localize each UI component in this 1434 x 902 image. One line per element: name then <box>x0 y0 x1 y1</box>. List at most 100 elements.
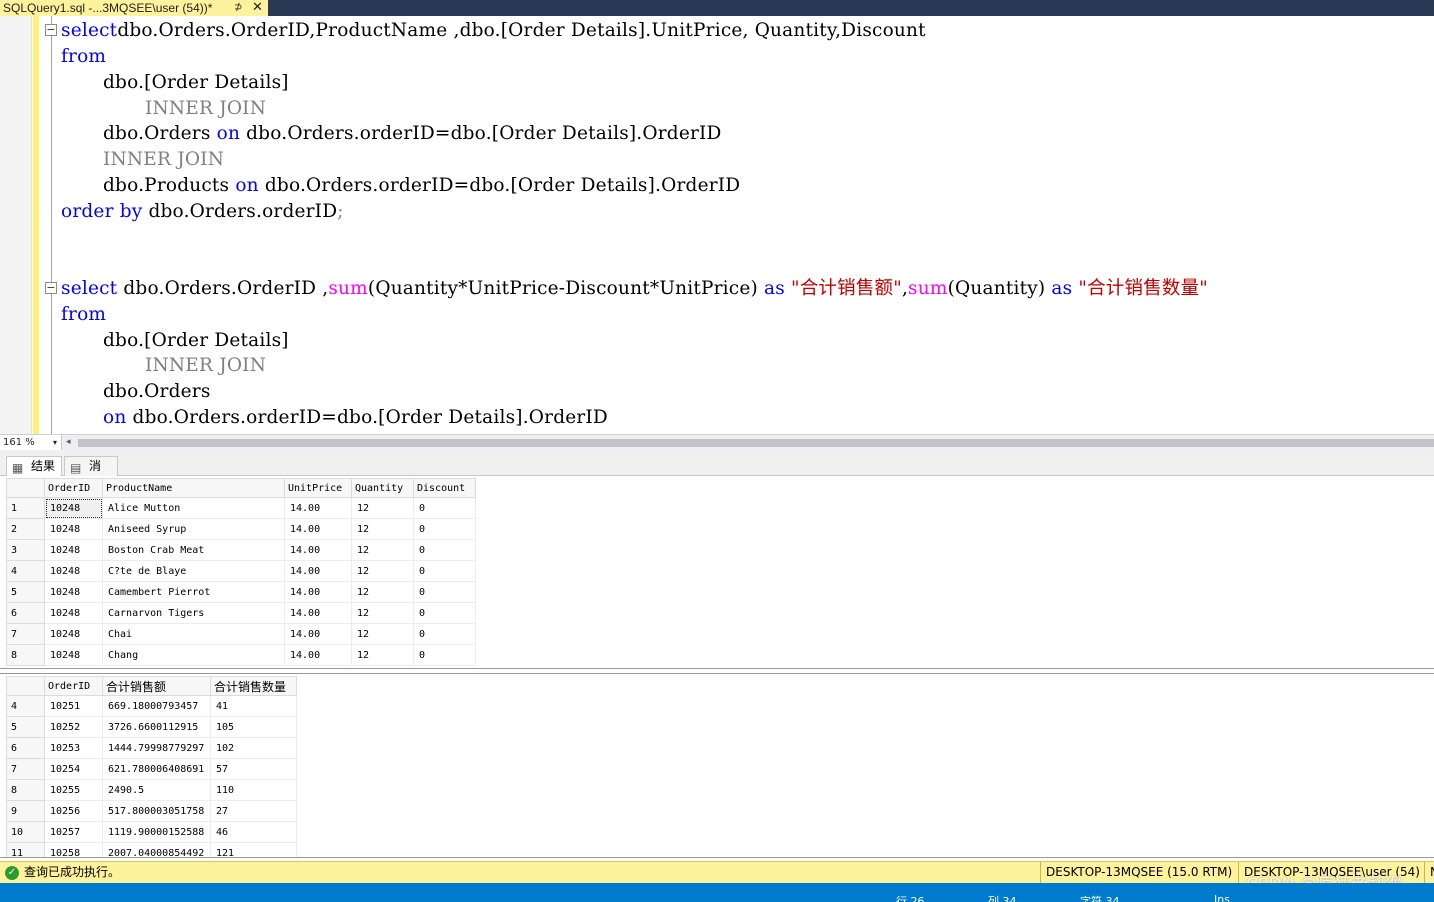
table-cell[interactable]: 10254 <box>44 758 103 780</box>
table-cell[interactable]: 10248 <box>44 644 103 666</box>
table-cell[interactable]: 10256 <box>44 800 103 822</box>
table-cell[interactable]: 517.800003051758 <box>102 800 211 822</box>
table-cell[interactable]: C?te de Blaye <box>102 560 285 582</box>
scroll-thumb[interactable] <box>78 439 1434 447</box>
collapse-icon[interactable]: − <box>45 24 57 36</box>
table-row[interactable]: 6 10248 Carnarvon Tigers 14.00 12 0 <box>6 602 476 624</box>
table-cell[interactable]: 14.00 <box>284 497 352 519</box>
column-header[interactable]: 合计销售额 <box>102 676 211 696</box>
table-cell[interactable]: 14.00 <box>284 518 352 540</box>
table-cell[interactable]: 2490.5 <box>102 779 211 801</box>
table-cell[interactable]: 12 <box>351 539 414 561</box>
table-cell[interactable]: 3726.6600112915 <box>102 716 211 738</box>
table-cell[interactable]: Aniseed Syrup <box>102 518 285 540</box>
table-row[interactable]: 7 10248 Chai 14.00 12 0 <box>6 623 476 645</box>
row-number[interactable]: 9 <box>6 800 45 822</box>
table-row[interactable]: 11 10258 2007.04000854492 121 <box>6 842 297 857</box>
table-cell[interactable]: 10257 <box>44 821 103 843</box>
row-number[interactable]: 5 <box>6 581 45 603</box>
table-cell[interactable]: 14.00 <box>284 539 352 561</box>
table-cell[interactable]: Chang <box>102 644 285 666</box>
table-cell[interactable]: Carnarvon Tigers <box>102 602 285 624</box>
table-cell[interactable]: 0 <box>413 644 476 666</box>
table-row[interactable]: 4 10251 669.18000793457 41 <box>6 695 297 717</box>
table-cell[interactable]: 0 <box>413 539 476 561</box>
row-number[interactable]: 7 <box>6 623 45 645</box>
table-cell[interactable]: 2007.04000854492 <box>102 842 211 857</box>
row-number[interactable]: 11 <box>6 842 45 857</box>
table-cell[interactable]: Boston Crab Meat <box>102 539 285 561</box>
table-cell[interactable]: 10248 <box>44 518 103 540</box>
row-number[interactable]: 5 <box>6 716 45 738</box>
table-cell[interactable]: 10248 <box>44 623 103 645</box>
column-header[interactable]: OrderID <box>44 478 103 498</box>
table-cell[interactable]: 1444.79998779297 <box>102 737 211 759</box>
row-number[interactable]: 10 <box>6 821 45 843</box>
scroll-left-icon[interactable]: ◂ <box>66 435 71 450</box>
table-cell[interactable]: 12 <box>351 623 414 645</box>
table-cell[interactable]: 110 <box>210 779 297 801</box>
table-cell[interactable]: 10251 <box>44 695 103 717</box>
row-number[interactable]: 8 <box>6 779 45 801</box>
table-cell[interactable]: 0 <box>413 602 476 624</box>
table-row[interactable]: 8 10255 2490.5 110 <box>6 779 297 801</box>
table-row[interactable]: 6 10253 1444.79998779297 102 <box>6 737 297 759</box>
query-editor[interactable]: − − selectdbo.Orders.OrderID,ProductName… <box>0 16 1434 434</box>
results-grid-2[interactable]: OrderID 合计销售额 合计销售数量 4 10251 669.18000793457… <box>0 673 1434 858</box>
close-icon[interactable]: ✕ <box>252 0 263 15</box>
table-cell[interactable]: 46 <box>210 821 297 843</box>
table-cell[interactable]: 0 <box>413 518 476 540</box>
table-cell[interactable]: Alice Mutton <box>102 497 285 519</box>
tab-messages[interactable]: ▤ 消息 <box>64 456 118 491</box>
table-cell[interactable]: 10248 <box>44 560 103 582</box>
column-header[interactable]: 合计销售数量 <box>210 676 297 696</box>
table-row[interactable]: 5 10248 Camembert Pierrot 14.00 12 0 <box>6 581 476 603</box>
table-cell[interactable]: 27 <box>210 800 297 822</box>
column-header[interactable]: OrderID <box>44 676 103 696</box>
table-cell[interactable]: 0 <box>413 623 476 645</box>
table-cell[interactable]: 12 <box>351 497 414 519</box>
row-number[interactable]: 4 <box>6 560 45 582</box>
grid-corner[interactable] <box>6 676 45 696</box>
grid-corner[interactable] <box>6 478 45 498</box>
table-cell[interactable]: 12 <box>351 560 414 582</box>
table-cell[interactable]: 10253 <box>44 737 103 759</box>
table-cell[interactable]: 14.00 <box>284 644 352 666</box>
row-number[interactable]: 8 <box>6 644 45 666</box>
results-table-2[interactable]: OrderID 合计销售额 合计销售数量 4 10251 669.18000793457… <box>6 676 297 857</box>
results-grid-1[interactable]: OrderID ProductName UnitPrice Quantity Disco… <box>0 476 1434 669</box>
table-cell[interactable]: 10248 <box>44 581 103 603</box>
table-cell[interactable]: 12 <box>351 581 414 603</box>
zoom-dropdown[interactable]: 161 % ▾ <box>0 435 62 450</box>
table-cell[interactable]: 102 <box>210 737 297 759</box>
row-number[interactable]: 4 <box>6 695 45 717</box>
table-cell[interactable]: 10252 <box>44 716 103 738</box>
table-row[interactable]: 9 10256 517.800003051758 27 <box>6 800 297 822</box>
table-cell[interactable]: 121 <box>210 842 297 857</box>
table-cell[interactable]: Camembert Pierrot <box>102 581 285 603</box>
table-cell[interactable]: 10248 <box>44 539 103 561</box>
table-cell[interactable]: 10255 <box>44 779 103 801</box>
row-number[interactable]: 6 <box>6 602 45 624</box>
row-number[interactable]: 7 <box>6 758 45 780</box>
column-header[interactable]: UnitPrice <box>284 478 352 498</box>
table-cell[interactable]: 10258 <box>44 842 103 857</box>
table-cell[interactable]: 0 <box>413 581 476 603</box>
table-cell[interactable]: 57 <box>210 758 297 780</box>
table-cell[interactable]: 105 <box>210 716 297 738</box>
row-number[interactable]: 1 <box>6 497 45 519</box>
table-row[interactable]: 4 10248 C?te de Blaye 14.00 12 0 <box>6 560 476 582</box>
table-row[interactable]: 3 10248 Boston Crab Meat 14.00 12 0 <box>6 539 476 561</box>
pin-icon[interactable]: ⊅ <box>234 0 242 16</box>
table-row[interactable]: 5 10252 3726.6600112915 105 <box>6 716 297 738</box>
table-cell[interactable]: 10248 <box>44 497 103 519</box>
row-number[interactable]: 6 <box>6 737 45 759</box>
table-cell[interactable]: 621.780006408691 <box>102 758 211 780</box>
column-header[interactable]: ProductName <box>102 478 285 498</box>
table-row[interactable]: 8 10248 Chang 14.00 12 0 <box>6 644 476 666</box>
collapse-icon[interactable]: − <box>45 282 57 294</box>
table-cell[interactable]: 41 <box>210 695 297 717</box>
table-cell[interactable]: 14.00 <box>284 602 352 624</box>
table-row[interactable]: 1 10248 Alice Mutton 14.00 12 0 <box>6 497 476 519</box>
table-cell[interactable]: 12 <box>351 644 414 666</box>
